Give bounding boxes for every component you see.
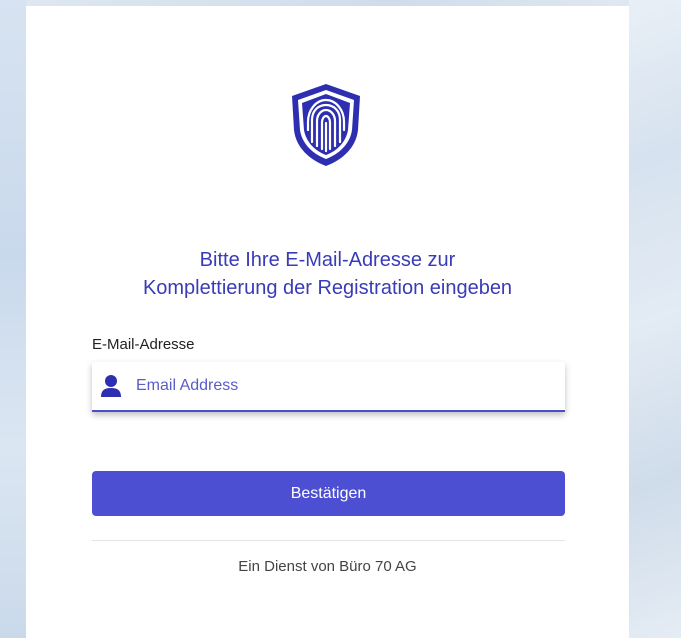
heading-line-1: Bitte Ihre E-Mail-Adresse zur	[199, 249, 456, 271]
fingerprint-shield-icon	[286, 80, 366, 170]
user-icon	[100, 374, 122, 398]
registration-card: Bitte Ihre E-Mail-Adresse zur Komplettie…	[26, 6, 629, 638]
email-input[interactable]	[134, 376, 518, 396]
background-right	[629, 0, 681, 638]
email-field-container[interactable]	[92, 362, 565, 412]
page-heading: Bitte Ihre E-Mail-Adresse zur Komplettie…	[26, 246, 629, 302]
background-left	[0, 0, 26, 638]
email-label: E-Mail-Adresse	[92, 336, 195, 353]
confirm-button[interactable]: Bestätigen	[92, 471, 565, 516]
divider	[92, 540, 565, 541]
footer-text: Ein Dienst von Büro 70 AG	[238, 558, 417, 575]
heading-line-2: Komplettierung der Registration eingeben	[142, 277, 513, 299]
